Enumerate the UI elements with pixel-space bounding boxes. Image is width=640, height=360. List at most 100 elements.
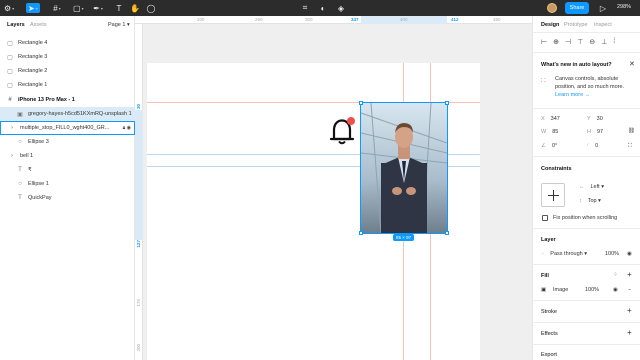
export-title: Export (541, 352, 557, 358)
tab-inspect[interactable]: Inspect (594, 22, 612, 28)
component-icon[interactable]: ⌗ (300, 3, 310, 13)
fix-position-checkbox[interactable] (542, 215, 548, 221)
layer-item-frame[interactable]: # iPhone 13 Pro Max - 1 (0, 93, 135, 107)
align-left-icon[interactable]: ⊢ (541, 38, 547, 46)
x-field[interactable]: X 347 (541, 116, 560, 122)
shape-tool-icon[interactable]: ▢ ▾ (73, 3, 84, 13)
layer-item[interactable]: ○ Ellipse 3 (0, 135, 135, 149)
divider (533, 156, 640, 157)
height-value: 97 (596, 129, 604, 135)
layer-item[interactable]: T ₹ (0, 163, 135, 177)
add-fill-icon[interactable]: + (627, 270, 632, 279)
layer-item[interactable]: ○ Ellipse 1 (0, 177, 135, 191)
layer-label: Ellipse 3 (28, 139, 49, 145)
y-field[interactable]: Y 30 (587, 116, 603, 122)
expand-arrow-icon[interactable]: › (8, 125, 16, 131)
align-right-icon[interactable]: ⊣ (565, 38, 571, 46)
lock-icon[interactable]: 🔒︎ (123, 125, 126, 131)
resize-handle[interactable] (359, 231, 363, 235)
ruler-tick-label: 175 (136, 299, 141, 307)
resize-handle[interactable] (445, 231, 449, 235)
y-value: 30 (596, 116, 603, 122)
comment-tool-icon[interactable]: ◯ (146, 3, 156, 13)
fill-type[interactable]: Image (553, 287, 568, 293)
horizontal-constraint-select[interactable]: ↔ Left ▾ (579, 184, 604, 190)
radius-field[interactable]: ◜ 0 (587, 143, 598, 149)
vertical-constraint-select[interactable]: ↕ Top ▾ (579, 198, 601, 204)
layer-opacity[interactable]: 100% (605, 251, 619, 257)
resize-handle[interactable] (445, 101, 449, 105)
add-effect-icon[interactable]: + (627, 328, 632, 337)
close-icon[interactable]: ✕ (629, 60, 635, 68)
rectangle-icon: ▢ (7, 68, 13, 75)
boolean-ops-icon[interactable]: ◈ (336, 3, 346, 13)
height-field[interactable]: H 97 (587, 129, 603, 135)
frame-tool-icon[interactable]: # ▾ (52, 3, 62, 13)
zoom-level[interactable]: 298% (617, 4, 631, 10)
text-tool-icon[interactable]: T (114, 3, 124, 13)
rotation-field[interactable]: ∠ 0° (541, 143, 557, 149)
distribute-icon[interactable]: ⁞ (613, 38, 615, 46)
constraint-widget[interactable] (541, 183, 565, 207)
layer-item[interactable]: ▢ Rectangle 1 (0, 78, 135, 92)
eye-icon[interactable]: ◉ (613, 287, 618, 293)
align-center-h-icon[interactable]: ⊕ (553, 38, 559, 46)
styles-icon[interactable]: ⁘ (613, 272, 618, 278)
x-value: 347 (550, 116, 560, 122)
layer-label: gregory-hayes-h5cd51KXmRQ-unsplash 1 (28, 111, 132, 117)
layer-label: bell 1 (20, 153, 34, 159)
page-selector[interactable]: Page 1 ▾ (108, 22, 130, 28)
remove-fill-icon[interactable]: − (628, 287, 631, 293)
chevron-down-icon: ▾ (598, 198, 601, 204)
design-canvas[interactable]: 200 250 300 347 400 412 450 30 127 175 2… (135, 16, 532, 360)
width-field[interactable]: W 85 (541, 129, 558, 135)
ruler-vertical: 30 127 175 200 (135, 24, 143, 360)
fill-opacity[interactable]: 100% (585, 287, 599, 293)
align-top-icon[interactable]: ⊤ (577, 38, 583, 46)
layer-item[interactable]: ▢ Rectangle 2 (0, 64, 135, 78)
learn-more-link[interactable]: Learn more → (555, 92, 590, 98)
resize-handle[interactable] (359, 101, 363, 105)
tab-prototype[interactable]: Prototype (564, 22, 588, 28)
layer-item[interactable]: T QuickPay (0, 191, 135, 205)
blend-mode-select[interactable]: ◌ Pass through ▾ (541, 251, 587, 257)
layer-item-hovered[interactable]: › multiple_stop_FILL0_wght400_GR... 🔒︎ ◉ (0, 121, 135, 135)
expand-arrow-icon[interactable]: › (8, 153, 16, 159)
layer-title: Layer (541, 237, 556, 243)
bell-icon[interactable] (326, 115, 358, 147)
divider (533, 108, 640, 109)
ruler-tick-label: 300 (305, 17, 313, 22)
tab-assets[interactable]: Assets (30, 22, 47, 28)
tab-layers[interactable]: Layers (7, 22, 25, 28)
divider (533, 228, 640, 229)
layer-item[interactable]: › bell 1 (0, 149, 135, 163)
move-tool-icon[interactable]: ➤ ▾ (26, 3, 40, 13)
layer-item-selected[interactable]: ▣ gregory-hayes-h5cd51KXmRQ-unsplash 1 (0, 107, 135, 121)
mask-icon[interactable]: ◐ (318, 3, 328, 13)
eye-icon[interactable]: ◉ (627, 251, 632, 257)
eye-icon[interactable]: ◉ (127, 125, 131, 131)
pen-tool-icon[interactable]: ✒ ▾ (93, 3, 103, 13)
layers-panel: Layers Assets Page 1 ▾ ▢ Rectangle 4 ▢ R… (0, 16, 135, 360)
share-button[interactable]: Share (565, 2, 589, 14)
independent-corners-icon[interactable]: ⛶ (628, 143, 632, 150)
layer-label: QuickPay (28, 195, 52, 201)
main-menu-icon[interactable]: ⚙ ▾ (4, 3, 14, 13)
layer-item[interactable]: ▢ Rectangle 3 (0, 50, 135, 64)
divider (533, 344, 640, 345)
alignment-toolbar: ⊢ ⊕ ⊣ ⊤ ⊖ ⊥ ⁞ (541, 38, 615, 46)
align-bottom-icon[interactable]: ⊥ (601, 38, 607, 46)
image-fill-swatch[interactable]: ▣ (541, 287, 546, 293)
constrain-proportions-icon[interactable]: ⛓ (628, 128, 635, 134)
layer-item[interactable]: ▢ Rectangle 4 (0, 36, 135, 50)
portrait-image[interactable] (360, 102, 448, 234)
tab-design[interactable]: Design (541, 22, 559, 28)
text-icon: T (18, 195, 22, 201)
user-avatar[interactable] (547, 3, 557, 13)
hand-tool-icon[interactable]: ✋ (130, 3, 140, 13)
align-middle-icon[interactable]: ⊖ (589, 38, 595, 46)
portrait-photo (361, 103, 447, 233)
present-icon[interactable]: ▷ (598, 3, 608, 13)
add-stroke-icon[interactable]: + (627, 306, 632, 315)
ruler-tick-label: 250 (255, 17, 263, 22)
